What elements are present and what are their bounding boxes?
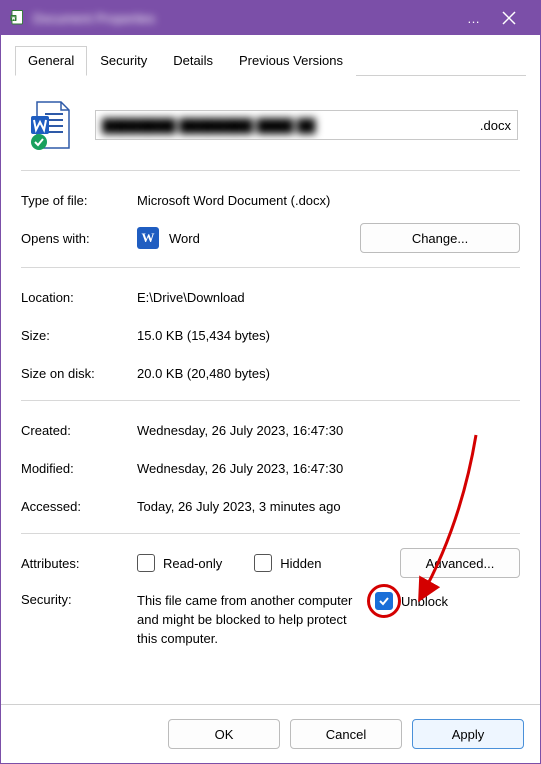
ok-button[interactable]: OK <box>168 719 280 749</box>
filename-input[interactable]: ████████ ████████ ████ ██ .docx <box>95 110 518 140</box>
label-modified: Modified: <box>21 461 137 476</box>
dialog-footer: OK Cancel Apply <box>1 704 540 763</box>
row-security: Security: This file came from another co… <box>21 590 520 649</box>
value-modified: Wednesday, 26 July 2023, 16:47:30 <box>137 461 520 476</box>
tab-security[interactable]: Security <box>87 46 160 76</box>
value-opens-with: Word <box>169 231 200 246</box>
readonly-checkbox[interactable]: Read-only <box>137 554 222 572</box>
tab-details[interactable]: Details <box>160 46 226 76</box>
value-location: E:\Drive\Download <box>137 290 520 305</box>
row-size-on-disk: Size on disk: 20.0 KB (20,480 bytes) <box>21 354 520 392</box>
separator-2 <box>21 267 520 268</box>
label-location: Location: <box>21 290 137 305</box>
tab-previous-versions[interactable]: Previous Versions <box>226 46 356 76</box>
label-security: Security: <box>21 592 137 607</box>
checkbox-checked-icon <box>375 592 393 610</box>
separator-1 <box>21 170 520 171</box>
advanced-button[interactable]: Advanced... <box>400 548 520 578</box>
separator-4 <box>21 533 520 534</box>
label-attributes: Attributes: <box>21 556 137 571</box>
label-created: Created: <box>21 423 137 438</box>
security-text: This file came from another computer and… <box>137 592 357 649</box>
cancel-button[interactable]: Cancel <box>290 719 402 749</box>
value-accessed: Today, 26 July 2023, 3 minutes ago <box>137 499 520 514</box>
separator-3 <box>21 400 520 401</box>
value-created: Wednesday, 26 July 2023, 16:47:30 <box>137 423 520 438</box>
file-header: ████████ ████████ ████ ██ .docx <box>21 90 520 168</box>
filename-obscured: ████████ ████████ ████ ██ <box>102 118 476 133</box>
label-size: Size: <box>21 328 137 343</box>
value-size-on-disk: 20.0 KB (20,480 bytes) <box>137 366 520 381</box>
row-accessed: Accessed: Today, 26 July 2023, 3 minutes… <box>21 487 520 525</box>
title-ellipsis: … <box>467 11 480 26</box>
checkbox-empty-icon <box>137 554 155 572</box>
row-attributes: Attributes: Read-only Hidden Advanced... <box>21 544 520 582</box>
row-type: Type of file: Microsoft Word Document (.… <box>21 181 520 219</box>
apply-button[interactable]: Apply <box>412 719 524 749</box>
label-size-on-disk: Size on disk: <box>21 366 137 381</box>
change-button[interactable]: Change... <box>360 223 520 253</box>
unblock-checkbox[interactable]: Unblock <box>375 592 448 610</box>
row-modified: Modified: Wednesday, 26 July 2023, 16:47… <box>21 449 520 487</box>
hidden-checkbox[interactable]: Hidden <box>254 554 321 572</box>
row-created: Created: Wednesday, 26 July 2023, 16:47:… <box>21 411 520 449</box>
hidden-label: Hidden <box>280 556 321 571</box>
word-app-icon: W <box>137 227 159 249</box>
close-icon <box>502 11 516 25</box>
tab-general[interactable]: General <box>15 46 87 76</box>
row-size: Size: 15.0 KB (15,434 bytes) <box>21 316 520 354</box>
properties-window: Document Properties … General Security D… <box>0 0 541 764</box>
value-size: 15.0 KB (15,434 bytes) <box>137 328 520 343</box>
filename-extension: .docx <box>480 118 511 133</box>
label-opens-with: Opens with: <box>21 231 137 246</box>
tab-panel-general: ████████ ████████ ████ ██ .docx Type of … <box>15 78 526 704</box>
titlebar: Document Properties … <box>1 1 540 35</box>
file-type-icon <box>23 98 77 152</box>
window-title: Document Properties <box>33 11 461 26</box>
close-button[interactable] <box>486 1 532 35</box>
window-file-icon <box>9 9 27 27</box>
unblock-label: Unblock <box>401 594 448 609</box>
label-accessed: Accessed: <box>21 499 137 514</box>
label-type: Type of file: <box>21 193 137 208</box>
checkbox-empty-icon <box>254 554 272 572</box>
row-location: Location: E:\Drive\Download <box>21 278 520 316</box>
content-area: General Security Details Previous Versio… <box>1 35 540 704</box>
tab-strip: General Security Details Previous Versio… <box>15 45 526 76</box>
readonly-label: Read-only <box>163 556 222 571</box>
value-type: Microsoft Word Document (.docx) <box>137 193 520 208</box>
row-opens-with: Opens with: W Word Change... <box>21 219 520 257</box>
